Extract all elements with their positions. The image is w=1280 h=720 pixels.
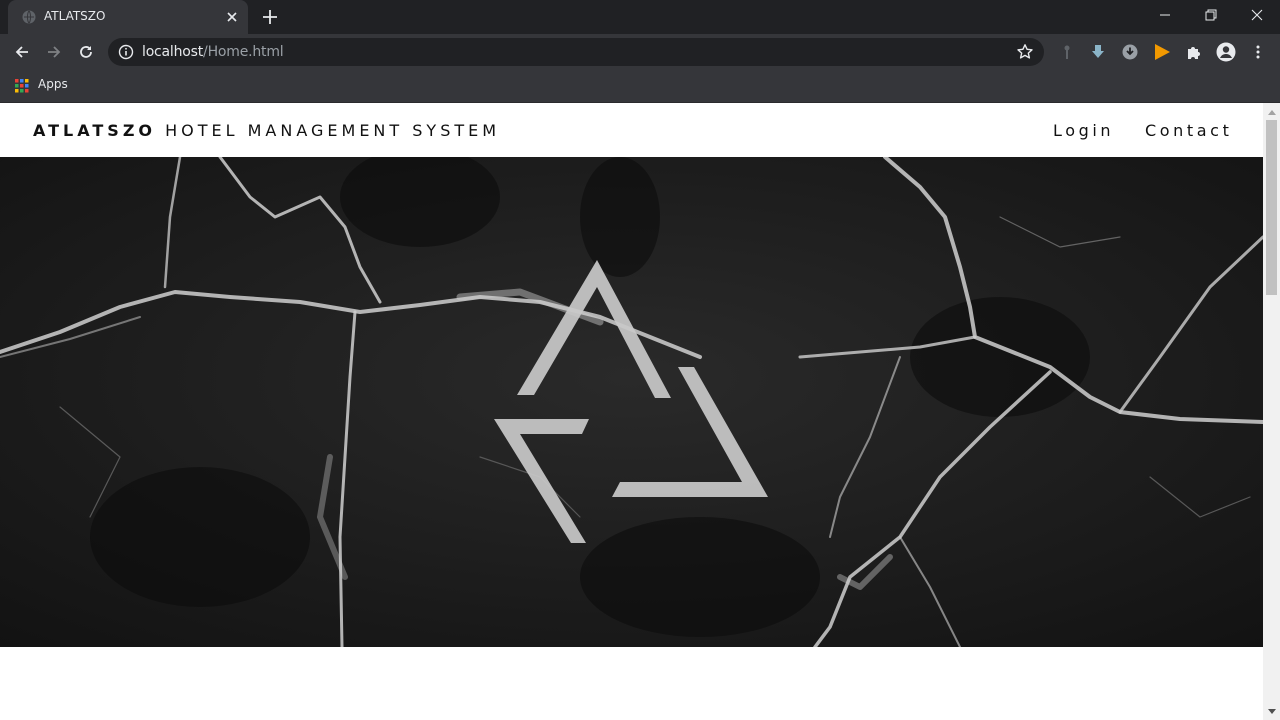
download-circle-icon <box>1122 44 1138 60</box>
browser-tab[interactable]: ATLATSZO <box>8 0 248 34</box>
caret-down-icon <box>1267 708 1276 714</box>
extensions-button[interactable] <box>1183 41 1205 63</box>
forward-arrow-icon <box>48 46 61 58</box>
back-arrow-icon <box>15 46 28 58</box>
minimize-button[interactable] <box>1142 0 1188 30</box>
page-viewport: ATLATSZO HOTEL MANAGEMENT SYSTEM Login C… <box>0 103 1280 720</box>
scroll-down-button[interactable] <box>1263 703 1280 720</box>
profile-button[interactable] <box>1215 41 1237 63</box>
brand-tagline: HOTEL MANAGEMENT SYSTEM <box>156 121 501 140</box>
page-scrollbar[interactable] <box>1263 103 1280 720</box>
minimize-icon <box>1160 14 1170 16</box>
site-brand[interactable]: ATLATSZO HOTEL MANAGEMENT SYSTEM <box>33 121 500 140</box>
play-icon <box>1155 44 1170 60</box>
bookmark-star-icon[interactable] <box>1016 43 1034 61</box>
extension-download-button[interactable] <box>1087 41 1109 63</box>
atlatszo-logo <box>494 260 768 543</box>
close-icon <box>1251 9 1263 21</box>
more-vert-icon <box>1256 45 1260 59</box>
apps-grid-icon[interactable] <box>15 79 29 93</box>
nav-contact-link[interactable]: Contact <box>1145 121 1232 140</box>
close-window-button[interactable] <box>1234 0 1280 30</box>
forward-button[interactable] <box>42 40 66 64</box>
download-arrow-icon <box>1092 45 1104 58</box>
close-tab-icon[interactable] <box>224 9 240 25</box>
apps-bookmark[interactable]: Apps <box>38 77 68 91</box>
extension-key-button[interactable] <box>1056 41 1078 63</box>
reload-icon <box>80 46 92 58</box>
site-header: ATLATSZO HOTEL MANAGEMENT SYSTEM Login C… <box>0 103 1263 156</box>
url-host: localhost <box>142 44 204 60</box>
scroll-thumb[interactable] <box>1266 120 1277 295</box>
tab-title: ATLATSZO <box>44 9 106 23</box>
puzzle-icon <box>1188 47 1200 59</box>
brand-name: ATLATSZO <box>33 121 157 140</box>
key-icon <box>1064 45 1070 59</box>
account-icon <box>1216 42 1236 62</box>
globe-icon <box>22 10 36 24</box>
new-tab-icon[interactable] <box>259 6 281 28</box>
browser-menu-button[interactable] <box>1247 41 1269 63</box>
bookmarks-bar: Apps <box>0 70 1280 103</box>
url-path: /Home.html <box>203 44 284 60</box>
restore-button[interactable] <box>1188 0 1234 30</box>
extension-play-button[interactable] <box>1151 41 1173 63</box>
nav-login-link[interactable]: Login <box>1053 121 1114 140</box>
address-bar[interactable]: localhost/Home.html <box>108 38 1044 66</box>
back-button[interactable] <box>10 40 34 64</box>
scroll-up-button[interactable] <box>1263 103 1280 120</box>
hero-banner <box>0 157 1263 647</box>
url-text: localhost/Home.html <box>142 44 284 60</box>
restore-icon <box>1205 9 1217 21</box>
extension-downloader-button[interactable] <box>1119 41 1141 63</box>
reload-button[interactable] <box>74 40 98 64</box>
caret-up-icon <box>1267 109 1276 115</box>
tab-strip: ATLATSZO <box>0 0 1280 34</box>
info-icon[interactable] <box>118 44 134 60</box>
